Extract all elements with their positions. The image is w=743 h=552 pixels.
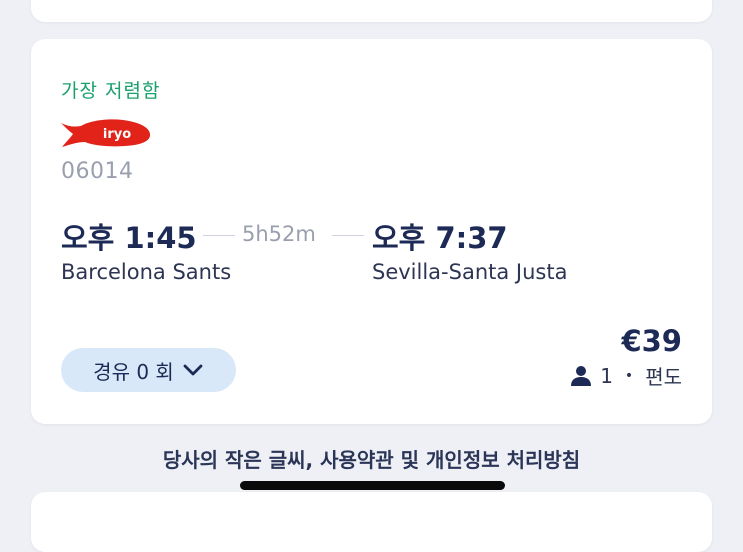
iryo-logo-icon: iryo (61, 119, 151, 147)
departure-station: Barcelona Sants (61, 260, 232, 284)
trip-type: 편도 (645, 365, 682, 389)
trip-duration: 5h52m (242, 222, 316, 246)
price: €39 (621, 324, 682, 358)
arrival-station: Sevilla-Santa Justa (372, 260, 568, 284)
arrival-time: 오후 7:37 (372, 221, 508, 255)
separator-dot: • (624, 367, 634, 384)
passenger-count: 1 (600, 363, 613, 388)
home-indicator (240, 481, 505, 490)
duration-divider-left (203, 235, 235, 236)
chevron-down-icon (183, 364, 203, 376)
next-result-card[interactable] (31, 492, 712, 552)
stops-label: 경유 0 회 (93, 359, 174, 384)
stops-button[interactable]: 경유 0 회 (61, 348, 236, 392)
train-number: 06014 (61, 159, 134, 184)
result-card[interactable]: 가장 저렴함 iryo 06014 오후 1:45 5h52m 오후 7:37 … (31, 39, 712, 424)
previous-result-card[interactable] (31, 0, 712, 22)
passenger-info: 1 • 편도 (570, 361, 682, 390)
cheapest-badge: 가장 저렴함 (61, 80, 161, 102)
departure-time: 오후 1:45 (61, 221, 197, 255)
duration-divider-right (332, 235, 364, 236)
person-icon (571, 365, 592, 386)
terms-privacy-links[interactable]: 당사의 작은 글씨, 사용약관 및 개인정보 처리방침 (0, 444, 743, 473)
svg-text:iryo: iryo (103, 127, 131, 142)
